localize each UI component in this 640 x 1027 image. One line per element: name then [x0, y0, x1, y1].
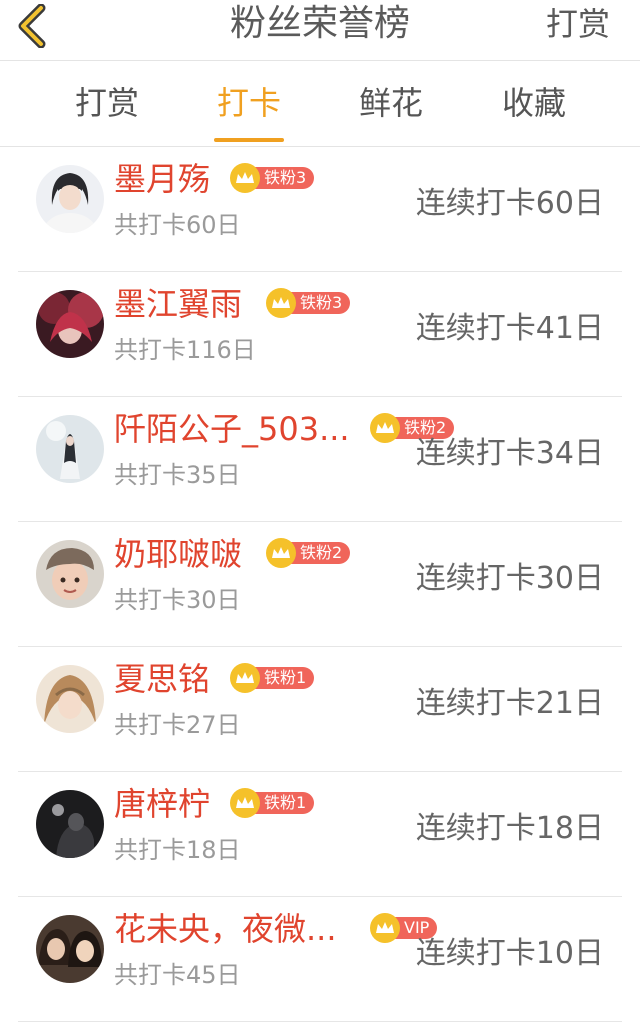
avatar — [36, 665, 104, 733]
avatar — [36, 540, 104, 608]
total-checkins: 共打卡45日 — [114, 961, 241, 989]
avatar — [36, 915, 104, 983]
fan-name[interactable]: 花未央，夜微... — [114, 907, 337, 951]
crown-icon — [266, 288, 296, 318]
streak-checkins: 连续打卡41日 — [415, 311, 604, 346]
crown-icon — [370, 413, 400, 443]
avatar — [36, 790, 104, 858]
page-title: 粉丝荣誉榜 — [229, 3, 410, 44]
total-checkins: 共打卡35日 — [114, 461, 241, 489]
fan-level-badge: 铁粉2 — [266, 538, 351, 568]
fan-name[interactable]: 墨月殇 — [114, 157, 210, 201]
fan-level-badge: 铁粉3 — [230, 163, 315, 193]
fan-row[interactable]: 花未央，夜微... VIP 共打卡45日 连续打卡10日 — [18, 897, 622, 1022]
chevron-left-icon — [18, 4, 46, 48]
streak-checkins: 连续打卡21日 — [415, 686, 604, 721]
fan-name[interactable]: 墨江翼雨 — [114, 282, 242, 326]
crown-icon — [230, 788, 260, 818]
fan-row[interactable]: 墨江翼雨 铁粉3 共打卡116日 连续打卡41日 — [18, 272, 622, 397]
tab-checkin[interactable]: 打卡 — [179, 61, 319, 146]
avatar — [36, 290, 104, 358]
fan-level-badge: 铁粉1 — [230, 788, 315, 818]
crown-icon — [370, 913, 400, 943]
crown-icon — [230, 163, 260, 193]
streak-checkins: 连续打卡34日 — [415, 436, 604, 471]
streak-checkins: 连续打卡60日 — [415, 186, 604, 221]
streak-checkins: 连续打卡18日 — [415, 811, 604, 846]
fan-row[interactable]: 唐梓柠 铁粉1 共打卡18日 连续打卡18日 — [18, 772, 622, 897]
tab-bar: 打赏 打卡 鲜花 收藏 — [0, 61, 640, 147]
fan-row[interactable]: 墨月殇 铁粉3 共打卡60日 连续打卡60日 — [18, 147, 622, 272]
fan-row[interactable]: 阡陌公子_503... 铁粉2 共打卡35日 连续打卡34日 — [18, 397, 622, 522]
streak-checkins: 连续打卡10日 — [415, 936, 604, 971]
back-button[interactable] — [8, 0, 58, 52]
reward-button[interactable]: 打赏 — [546, 0, 610, 48]
tab-favorites[interactable]: 收藏 — [464, 61, 604, 146]
fan-name[interactable]: 夏思铭 — [114, 657, 210, 701]
avatar — [36, 165, 104, 233]
fan-row[interactable]: 夏思铭 铁粉1 共打卡27日 连续打卡21日 — [18, 647, 622, 772]
avatar — [36, 415, 104, 483]
fan-level-badge: 铁粉3 — [266, 288, 351, 318]
tab-flowers[interactable]: 鲜花 — [321, 61, 461, 146]
fan-name[interactable]: 阡陌公子_503... — [114, 407, 350, 451]
crown-icon — [230, 663, 260, 693]
fan-name[interactable]: 奶耶啵啵 — [114, 532, 242, 576]
total-checkins: 共打卡18日 — [114, 836, 241, 864]
fan-name[interactable]: 唐梓柠 — [114, 782, 210, 826]
total-checkins: 共打卡27日 — [114, 711, 241, 739]
total-checkins: 共打卡116日 — [114, 336, 256, 364]
total-checkins: 共打卡30日 — [114, 586, 241, 614]
crown-icon — [266, 538, 296, 568]
total-checkins: 共打卡60日 — [114, 211, 241, 239]
streak-checkins: 连续打卡30日 — [415, 561, 604, 596]
top-bar: 粉丝荣誉榜 打赏 — [0, 0, 640, 61]
fan-level-badge: 铁粉1 — [230, 663, 315, 693]
fan-row[interactable]: 奶耶啵啵 铁粉2 共打卡30日 连续打卡30日 — [18, 522, 622, 647]
tab-reward[interactable]: 打赏 — [37, 61, 177, 146]
